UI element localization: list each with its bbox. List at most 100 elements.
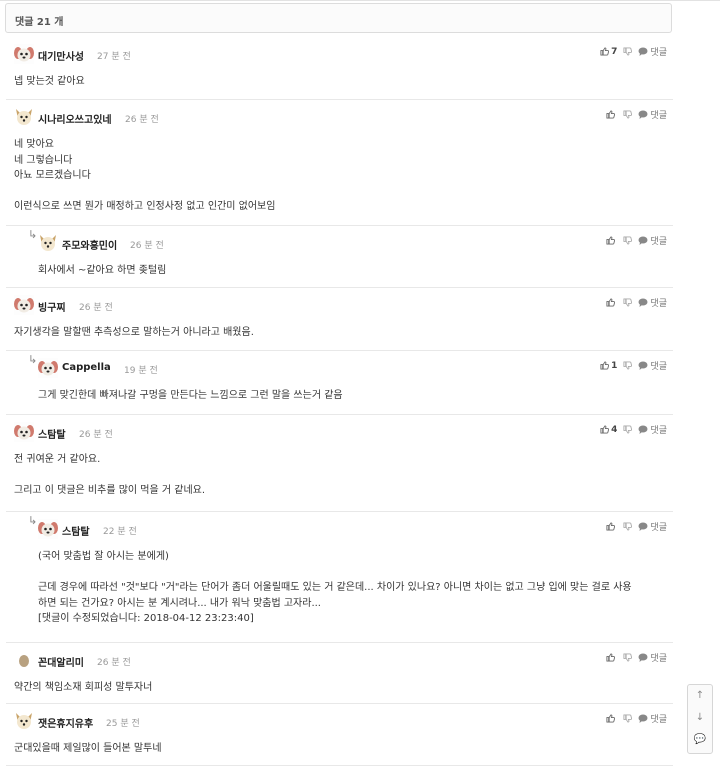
thumbs-up-icon	[606, 653, 616, 662]
reply-label: 댓글	[650, 654, 667, 664]
comment-actions: 4 댓글	[600, 423, 667, 436]
fox-avatar	[14, 107, 34, 127]
comment-text-line: 그게 맞긴한데 빠져나갈 구멍을 만든다는 느낌으로 그런 말을 쓰는거 같음	[38, 390, 343, 401]
comment-author[interactable]: 꼰대알리미	[38, 654, 84, 669]
comment-item: 잿은휴지유후 25 분 전 댓글 군대있을때 제일많이 들어본 말투네	[6, 704, 673, 766]
dog-avatar	[14, 44, 34, 64]
dislike-button[interactable]	[623, 425, 633, 434]
reply-indicator-icon: ↳	[28, 514, 38, 527]
reply-button[interactable]: 댓글	[638, 359, 667, 372]
comment-text-line: 네 그렇습니다	[14, 154, 73, 166]
comment-time: 26 분 전	[79, 430, 113, 440]
dot-avatar	[14, 650, 34, 670]
comment-author[interactable]: 스탐탈	[62, 523, 90, 538]
comment-author[interactable]: 시나리오쓰고있네	[38, 111, 112, 126]
comment-count-title: 댓글 21 개	[15, 17, 64, 28]
comment-text-line: 약간의 책임소재 회피성 말투자너	[14, 682, 153, 693]
comment-count-header: 댓글 21 개	[5, 3, 672, 33]
reply-button[interactable]: 댓글	[638, 712, 667, 725]
comment-text-line: 회사에서 ~같아요 하면 좆털림	[38, 265, 167, 276]
comment-jump-icon[interactable]: 💬	[688, 729, 712, 751]
speech-bubble-icon	[638, 236, 648, 245]
reply-indicator-icon: ↳	[28, 353, 38, 366]
dislike-button[interactable]	[623, 653, 633, 662]
dog-avatar	[38, 358, 58, 378]
comment-text-line: 그리고 이 댓글은 비추를 많이 먹을 거 같네요.	[14, 485, 206, 496]
comment-time: 26 분 전	[130, 241, 164, 251]
comment-text-line: 자기생각을 말할땐 추측성으로 말하는거 아니라고 배웠음.	[14, 327, 254, 338]
comment-author[interactable]: 대기만사성	[38, 48, 84, 63]
comment-actions: 7 댓글	[600, 45, 667, 58]
reply-label: 댓글	[650, 362, 667, 372]
like-button[interactable]: 7	[600, 47, 617, 57]
speech-bubble-icon	[638, 425, 648, 434]
like-count: 1	[611, 360, 618, 371]
comment-time: 26 분 전	[97, 658, 131, 668]
top-divider	[0, 0, 720, 1]
comment-actions: 1 댓글	[600, 359, 667, 372]
thumbs-up-icon	[606, 298, 616, 307]
comment-text-line: 하면 되는 건가요? 아시는 분 계시려나... 내가 워낙 맞춤법 고자라..…	[38, 597, 321, 609]
comment-author[interactable]: 잿은휴지유후	[38, 715, 93, 730]
thumbs-down-icon	[623, 298, 633, 307]
comment-text-line: 군대있을때 제일많이 들어본 말투네	[14, 743, 162, 754]
reply-label: 댓글	[650, 237, 667, 247]
comment-item: 대기만사성 27 분 전 7 댓글 넵 맞는것 같아요	[6, 37, 673, 100]
reply-button[interactable]: 댓글	[638, 520, 667, 533]
dislike-button[interactable]	[623, 298, 633, 307]
dog-avatar	[38, 519, 58, 539]
dislike-button[interactable]	[623, 110, 633, 119]
like-button[interactable]	[606, 110, 617, 119]
comment-author[interactable]: Cappella	[62, 362, 111, 373]
comment-author[interactable]: 스탐탈	[38, 426, 66, 441]
comment-author[interactable]: 주모와흥민이	[62, 237, 117, 252]
comment-item: 스탐탈 26 분 전 4 댓글 전 귀여운 거 같아요. 그리고 이 댓글은 비추를…	[6, 415, 673, 512]
comment-item: ↳ 스탐탈 22 분 전 댓글 (국어 맞춤법 잘 아시는 분에게) 근데 경우에 따…	[6, 512, 673, 643]
dog-avatar	[14, 422, 34, 442]
reply-label: 댓글	[650, 111, 667, 121]
reply-button[interactable]: 댓글	[638, 296, 667, 309]
dislike-button[interactable]	[623, 714, 633, 723]
reply-label: 댓글	[650, 715, 667, 725]
like-button[interactable]	[606, 522, 617, 531]
thumbs-down-icon	[623, 425, 633, 434]
comment-time: 26 분 전	[79, 303, 113, 313]
comment-divider	[6, 765, 673, 766]
reply-label: 댓글	[650, 48, 667, 58]
comment-author[interactable]: 빙구찌	[38, 299, 66, 314]
reply-label: 댓글	[650, 523, 667, 533]
comment-time: 27 분 전	[97, 52, 131, 62]
fox-avatar	[38, 233, 58, 253]
like-button[interactable]	[606, 298, 617, 307]
dislike-button[interactable]	[623, 361, 633, 370]
scroll-nav-panel: ↑ ↓ 💬	[687, 684, 713, 754]
reply-button[interactable]: 댓글	[638, 651, 667, 664]
scroll-bottom-icon[interactable]: ↓	[688, 707, 712, 729]
comment-text-line: 이런식으로 쓰면 뭔가 매정하고 인정사정 없고 인간미 없어보임	[14, 201, 276, 212]
thumbs-up-icon	[606, 110, 616, 119]
dog-avatar	[14, 295, 34, 315]
scroll-top-icon[interactable]: ↑	[688, 685, 712, 707]
speech-bubble-icon	[638, 361, 648, 370]
like-button[interactable]: 1	[600, 361, 617, 371]
thumbs-up-icon	[606, 714, 616, 723]
dislike-button[interactable]	[623, 236, 633, 245]
reply-button[interactable]: 댓글	[638, 423, 667, 436]
thumbs-down-icon	[623, 522, 633, 531]
comment-actions: 댓글	[606, 234, 667, 247]
comment-text-line: 넵 맞는것 같아요	[14, 76, 85, 87]
speech-bubble-icon	[638, 653, 648, 662]
reply-button[interactable]: 댓글	[638, 234, 667, 247]
thumbs-up-icon	[600, 425, 610, 434]
reply-label: 댓글	[650, 299, 667, 309]
like-button[interactable]	[606, 236, 617, 245]
dislike-button[interactable]	[623, 47, 633, 56]
reply-button[interactable]: 댓글	[638, 45, 667, 58]
like-button[interactable]	[606, 653, 617, 662]
thumbs-up-icon	[600, 47, 610, 56]
dislike-button[interactable]	[623, 522, 633, 531]
comment-item: 시나리오쓰고있네 26 분 전 댓글 네 맞아요 네 그렇습니다 아뇨 모르겠습니다 이…	[6, 100, 673, 226]
like-button[interactable]	[606, 714, 617, 723]
reply-button[interactable]: 댓글	[638, 108, 667, 121]
like-button[interactable]: 4	[600, 425, 617, 435]
